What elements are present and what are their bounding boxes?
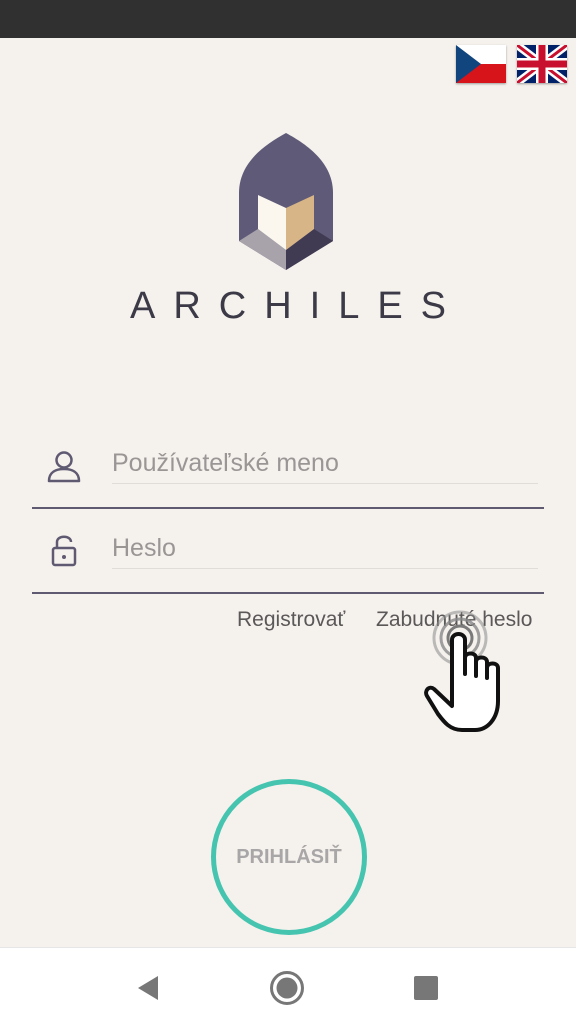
login-button[interactable]: PRIHLÁSIŤ <box>211 779 367 935</box>
uk-flag-icon[interactable] <box>517 45 567 83</box>
register-link[interactable]: Registrovať <box>237 608 345 632</box>
tap-gesture-hand-icon <box>420 606 520 736</box>
username-underline <box>32 507 544 509</box>
back-icon[interactable] <box>132 970 168 1006</box>
password-underline <box>32 592 544 594</box>
password-input[interactable] <box>112 528 538 569</box>
status-bar <box>0 0 576 38</box>
brand-name: ARCHILES <box>129 285 465 327</box>
username-input[interactable] <box>112 443 538 484</box>
recent-apps-icon[interactable] <box>408 970 444 1006</box>
user-icon <box>46 448 82 484</box>
lock-icon <box>46 532 82 568</box>
czech-flag-icon[interactable] <box>456 45 506 83</box>
home-icon[interactable] <box>269 970 305 1006</box>
navigation-bar <box>0 947 576 1025</box>
archiles-logo <box>236 133 336 273</box>
